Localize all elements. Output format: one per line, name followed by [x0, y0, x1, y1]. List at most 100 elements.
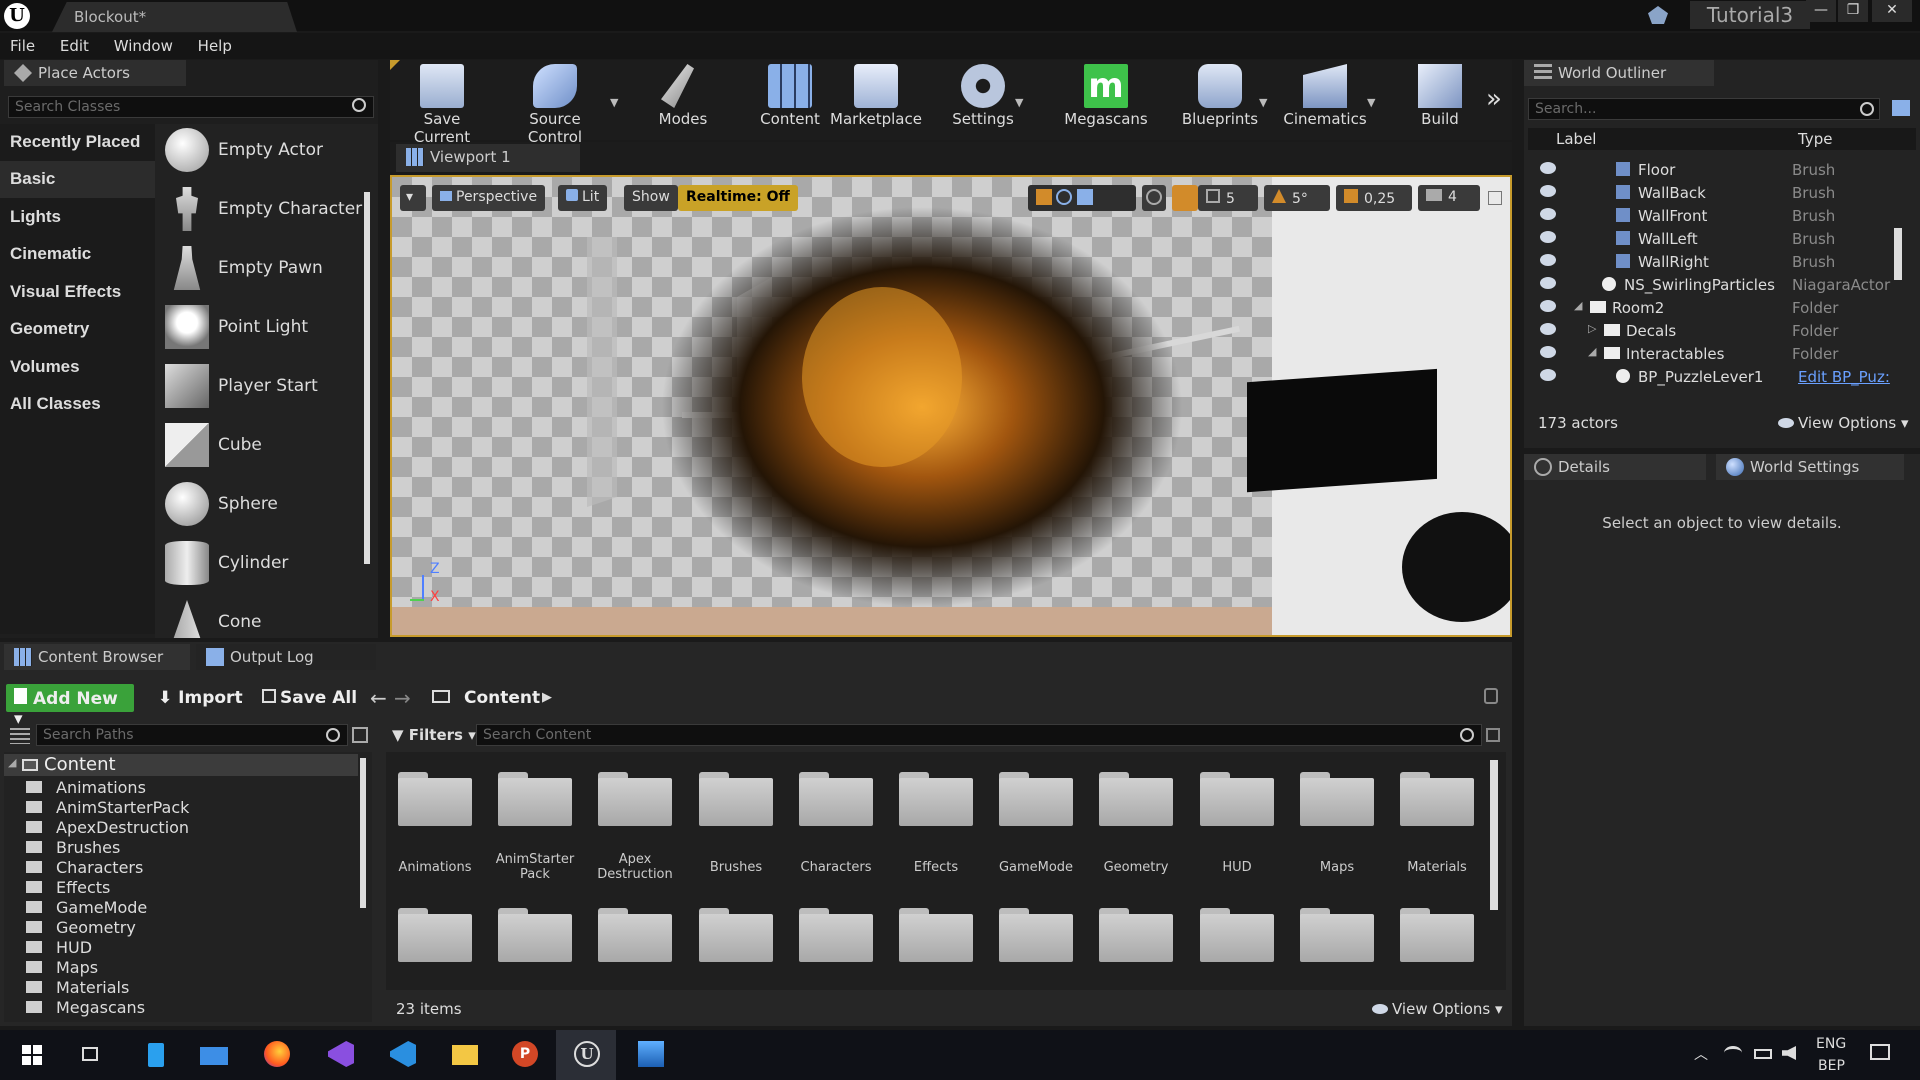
realtime-toggle[interactable]: Realtime: Off — [678, 185, 798, 211]
tree-item[interactable]: Maps — [26, 958, 98, 978]
tree-item[interactable]: Materials — [26, 978, 129, 998]
camera-speed-button[interactable]: 4 — [1418, 185, 1480, 211]
perspective-button[interactable]: Perspective — [432, 185, 546, 211]
folder-tile[interactable] — [1300, 772, 1374, 828]
chevron-down-icon[interactable]: ▼ — [1015, 96, 1023, 109]
surface-snap-toggle[interactable] — [1172, 185, 1198, 211]
expand-arrow-icon[interactable]: ◢ — [8, 756, 16, 769]
folder-tile[interactable] — [999, 908, 1073, 964]
eye-icon[interactable] — [1540, 369, 1556, 381]
folder-tile[interactable] — [799, 908, 873, 964]
actor-cone[interactable]: Cone — [163, 596, 363, 638]
task-view-icon[interactable] — [74, 1039, 104, 1069]
scrollbar[interactable] — [364, 192, 370, 564]
outliner-row-interactables[interactable]: ◢ Interactables Folder — [1528, 342, 1912, 365]
import-button[interactable]: ⬇ Import — [152, 684, 249, 712]
settings-button[interactable]: Settings — [940, 62, 1026, 134]
search-classes-input[interactable]: Search Classes — [8, 96, 374, 118]
outliner-row-bp-puzzlelever1[interactable]: BP_PuzzleLever1 Edit BP_Puz: — [1528, 365, 1912, 388]
folder-tile[interactable] — [398, 772, 472, 828]
eye-icon[interactable] — [1540, 323, 1556, 335]
minimize-button[interactable]: — — [1806, 0, 1836, 22]
folder-tile[interactable] — [1300, 908, 1374, 964]
folder-tile[interactable] — [598, 772, 672, 828]
folder-tile[interactable] — [1099, 908, 1173, 964]
category-recently-placed[interactable]: Recently Placed — [0, 124, 155, 161]
tree-item[interactable]: Characters — [26, 858, 143, 878]
photos-icon[interactable] — [636, 1039, 666, 1069]
chevron-down-icon[interactable]: ▼ — [1367, 96, 1375, 109]
modes-button[interactable]: Modes — [640, 62, 726, 134]
tree-item[interactable]: Brushes — [26, 838, 120, 858]
content-button[interactable]: Content — [742, 62, 838, 134]
actor-player-start[interactable]: Player Start — [163, 360, 363, 418]
category-lights[interactable]: Lights — [0, 199, 155, 236]
place-actors-tab[interactable]: Place Actors — [4, 60, 186, 86]
grid-snap-toggle[interactable]: 5 — [1198, 185, 1258, 211]
chevron-down-icon[interactable]: ▼ — [610, 96, 618, 109]
folder-tile[interactable] — [398, 908, 472, 964]
breadcrumb-arrow-icon[interactable]: ▶ — [542, 690, 552, 705]
eye-icon[interactable] — [1540, 231, 1556, 243]
eye-icon[interactable] — [1540, 346, 1556, 358]
eye-icon[interactable] — [1540, 300, 1556, 312]
powerpoint-icon[interactable]: P — [510, 1039, 540, 1069]
file-explorer-icon[interactable] — [450, 1039, 480, 1069]
wifi-icon[interactable] — [1724, 1046, 1742, 1060]
show-button[interactable]: Show — [624, 185, 678, 211]
folder-tile[interactable] — [1400, 908, 1474, 964]
folder-tile[interactable] — [699, 772, 773, 828]
folder-tile[interactable] — [999, 772, 1073, 828]
asset-grid-scrollbar[interactable] — [1490, 760, 1498, 910]
actor-empty-actor[interactable]: Empty Actor — [163, 124, 363, 182]
menu-help[interactable]: Help — [188, 33, 242, 59]
outliner-row-floor[interactable]: Floor Brush — [1528, 158, 1912, 181]
content-view-options[interactable]: View Options ▾ — [1372, 1000, 1503, 1018]
save-current-button[interactable]: Save Current — [396, 62, 488, 146]
windows-start-icon[interactable] — [16, 1039, 46, 1069]
tree-item[interactable]: Effects — [26, 878, 110, 898]
category-volumes[interactable]: Volumes — [0, 349, 155, 386]
outliner-row-ns-swirlingparticles[interactable]: NS_SwirlingParticles NiagaraActor — [1528, 273, 1912, 296]
path-view-options-icon[interactable] — [352, 727, 368, 743]
marketplace-button[interactable]: Marketplace — [830, 62, 922, 134]
menu-file[interactable]: File — [0, 33, 45, 59]
folder-tile[interactable] — [498, 772, 572, 828]
category-visual-effects[interactable]: Visual Effects — [0, 274, 155, 311]
outliner-row-wallback[interactable]: WallBack Brush — [1528, 181, 1912, 204]
eye-icon[interactable] — [1540, 254, 1556, 266]
document-tab[interactable]: Blockout* — [52, 2, 297, 32]
tree-item[interactable]: ApexDestruction — [26, 818, 189, 838]
notes-app-icon[interactable] — [140, 1039, 170, 1069]
eye-icon[interactable] — [1540, 208, 1556, 220]
folder-tile[interactable] — [1400, 772, 1474, 828]
column-label[interactable]: Label — [1556, 130, 1596, 148]
outliner-row-wallright[interactable]: WallRight Brush — [1528, 250, 1912, 273]
folder-tile[interactable] — [899, 772, 973, 828]
forward-arrow-icon[interactable]: → — [394, 686, 411, 710]
toolbar-overflow-icon[interactable]: » — [1486, 84, 1502, 114]
filters-button[interactable]: ▼ Filters ▾ — [392, 726, 476, 744]
search-content-input[interactable]: Search Content — [476, 724, 1482, 746]
visual-studio-icon[interactable] — [326, 1039, 356, 1069]
tree-item[interactable]: Animations — [26, 778, 146, 798]
world-settings-tab[interactable]: World Settings — [1716, 454, 1904, 480]
tray-chevron-up-icon[interactable]: ︿ — [1694, 1044, 1708, 1064]
breadcrumb-content[interactable]: Content — [460, 684, 544, 712]
outliner-search-input[interactable]: Search... — [1528, 98, 1880, 120]
actor-point-light[interactable]: Point Light — [163, 301, 363, 359]
outliner-scrollbar[interactable] — [1894, 228, 1902, 280]
outliner-row-wallfront[interactable]: WallFront Brush — [1528, 204, 1912, 227]
expand-arrow-icon[interactable]: ▷ — [1588, 322, 1596, 335]
battery-icon[interactable] — [1754, 1049, 1772, 1059]
menu-window[interactable]: Window — [104, 33, 183, 59]
tree-item[interactable]: GameMode — [26, 898, 147, 918]
viewport-tab[interactable]: Viewport 1 — [396, 144, 580, 172]
rotation-snap-toggle[interactable]: 5° — [1264, 185, 1330, 211]
vscode-icon[interactable] — [388, 1039, 418, 1069]
tree-root-content[interactable]: ◢ Content — [4, 754, 358, 776]
cinematics-button[interactable]: Cinematics — [1280, 62, 1370, 134]
megascans-button[interactable]: m Megascans — [1058, 62, 1154, 134]
details-tab[interactable]: Details — [1524, 454, 1706, 480]
sources-toggle-icon[interactable] — [10, 728, 30, 744]
